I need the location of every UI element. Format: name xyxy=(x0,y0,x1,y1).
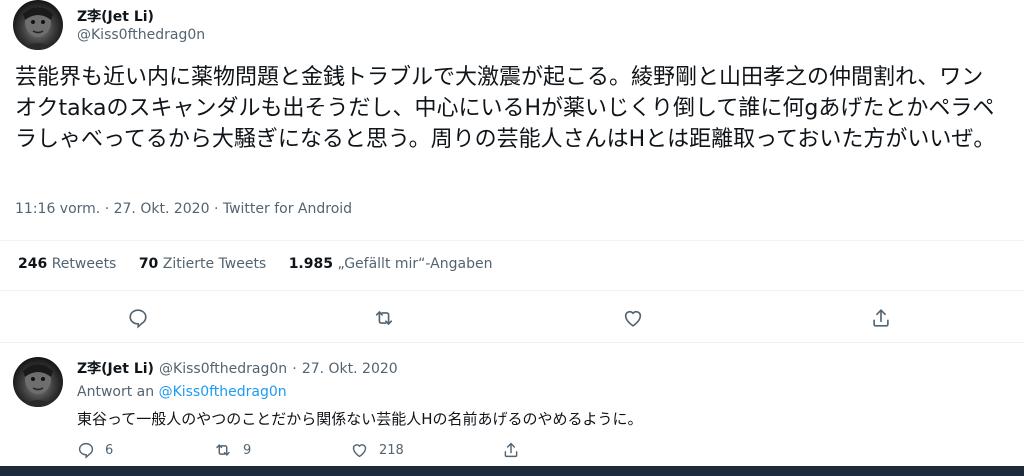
share-button[interactable] xyxy=(867,304,895,332)
likes-label: „Gefällt mir“-Angaben xyxy=(337,256,493,272)
author-name[interactable]: Z李(Jet Li) xyxy=(77,6,154,26)
retweets-stat[interactable]: 246 Retweets xyxy=(18,256,121,272)
like-button[interactable] xyxy=(619,304,647,332)
reply-share-button[interactable] xyxy=(502,441,520,459)
reply-like-count: 218 xyxy=(379,442,404,458)
reply-separator: · xyxy=(292,361,297,377)
meta-separator: · xyxy=(104,201,110,217)
tweet-text: 芸能界も近い内に薬物問題と金銭トラブルで大激震が起こる。綾野剛と山田孝之の仲間割… xyxy=(15,65,996,152)
retweets-count: 246 xyxy=(18,256,48,272)
meta-separator: · xyxy=(213,201,219,217)
reply-header: Z李(Jet Li) @Kiss0fthedrag0n · 27. Okt. 2… xyxy=(77,358,398,378)
reply-to-label: Antwort an xyxy=(77,384,155,400)
reply-retweet-count: 9 xyxy=(243,442,252,458)
retweets-label: Retweets xyxy=(51,256,117,272)
reply-author-avatar[interactable] xyxy=(13,357,63,407)
reply-author-name[interactable]: Z李(Jet Li) xyxy=(77,361,154,377)
reply-reply-count: 6 xyxy=(105,442,114,458)
tweet-date[interactable]: 27. Okt. 2020 xyxy=(114,201,210,217)
tweet-time[interactable]: 11:16 vorm. xyxy=(15,201,100,217)
heart-icon xyxy=(352,444,367,458)
tweet-meta: 11:16 vorm. · 27. Okt. 2020 · Twitter fo… xyxy=(15,201,352,217)
author-handle[interactable]: @Kiss0fthedrag0n xyxy=(77,27,205,43)
likes-stat[interactable]: 1.985 „Gefällt mir“-Angaben xyxy=(289,256,493,272)
quotes-stat[interactable]: 70 Zitierte Tweets xyxy=(139,256,271,272)
reply-retweet-button[interactable]: 9 xyxy=(213,441,251,459)
reply-icon xyxy=(78,442,94,459)
divider xyxy=(0,240,1024,241)
reply-button[interactable] xyxy=(124,304,152,332)
bottom-navigation-bar xyxy=(0,466,1024,476)
author-avatar[interactable] xyxy=(13,0,63,50)
retweet-icon xyxy=(216,444,230,456)
tweet-stats: 246 Retweets 70 Zitierte Tweets 1.985 „G… xyxy=(18,256,510,272)
quotes-count: 70 xyxy=(138,256,159,272)
quotes-label: Zitierte Tweets xyxy=(162,256,267,272)
heart-icon xyxy=(624,310,642,327)
reply-date[interactable]: 27. Okt. 2020 xyxy=(302,361,398,377)
reply-to-mention[interactable]: @Kiss0fthedrag0n xyxy=(159,384,287,400)
reply-like-button[interactable]: 218 xyxy=(350,441,404,459)
retweet-icon xyxy=(375,311,393,325)
reply-reply-button[interactable]: 6 xyxy=(77,441,113,459)
share-icon xyxy=(504,442,518,458)
reply-icon xyxy=(129,309,147,329)
retweet-button[interactable] xyxy=(370,304,398,332)
likes-count: 1.985 xyxy=(288,256,333,272)
reply-to-line: Antwort an @Kiss0fthedrag0n xyxy=(77,384,287,400)
tweet-source[interactable]: Twitter for Android xyxy=(223,201,352,217)
divider xyxy=(0,290,1024,291)
share-icon xyxy=(873,309,889,327)
reply-text: 東谷って一般人のやつのことだから関係ない芸能人Hの名前あげるのやめるように。 xyxy=(77,410,643,428)
divider xyxy=(0,342,1024,343)
reply-author-handle[interactable]: @Kiss0fthedrag0n xyxy=(159,361,287,377)
